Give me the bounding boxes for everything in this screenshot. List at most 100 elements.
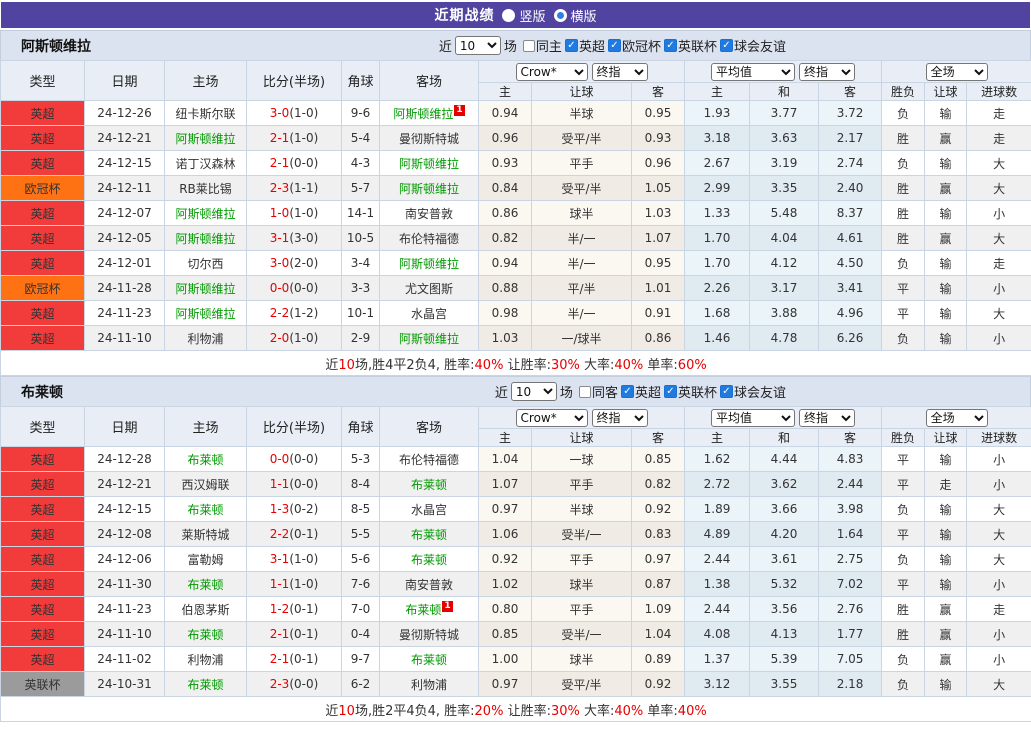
crow-handicap: 一球: [531, 446, 632, 472]
crow-away-odds: 0.92: [630, 671, 686, 697]
venue-filter-checkbox[interactable]: 同主: [522, 36, 562, 55]
checkbox-checked-icon[interactable]: ✓: [607, 39, 621, 52]
checkbox-unchecked-icon[interactable]: [578, 385, 591, 398]
avg-draw-odds: 4.20: [749, 521, 820, 547]
crow-handicap: 半球: [531, 496, 632, 522]
venue-filter-checkbox[interactable]: 同客: [578, 382, 618, 401]
odds-stage-select[interactable]: 终指: [591, 62, 648, 81]
avg-group-header: 平均值 终指: [684, 406, 883, 429]
avg-draw-odds: 3.77: [749, 100, 820, 126]
result-handicap: 赢: [924, 646, 968, 672]
crow-away-odds: 1.07: [630, 225, 686, 251]
summary-segment: 场,胜2平4负4, 胜率:: [354, 703, 475, 719]
match-row: 英超 24-11-23 伯恩茅斯 1-2(0-1) 7-0 布莱顿 1 0.80 平手 1.09 2…: [0, 596, 1031, 622]
halftime-score: (1-0): [289, 131, 319, 145]
team-name: 阿斯顿维拉: [21, 38, 91, 55]
subcolumn-header: 让球: [924, 428, 968, 447]
avg-home-odds: 2.26: [684, 275, 751, 301]
checkbox-checked-icon[interactable]: ✓: [663, 385, 677, 398]
avg-provider-select[interactable]: 平均值: [711, 62, 796, 81]
result-handicap: 输: [924, 275, 968, 301]
league-filter-checkbox[interactable]: ✓ 英超: [564, 36, 605, 55]
result-handicap: 输: [924, 521, 968, 547]
match-row: 英超 24-12-28 布莱顿 0-0(0-0) 5-3 布伦特福德 1.04 一球 0.85 1…: [0, 446, 1031, 472]
odds-stage-select[interactable]: 终指: [591, 408, 648, 427]
league-badge: 英联杯: [0, 671, 85, 697]
radio-option-horizontal[interactable]: 横版: [553, 6, 597, 25]
league-filter-checkbox[interactable]: ✓ 欧冠杯: [607, 36, 661, 55]
avg-group-header: 平均值 终指: [684, 60, 883, 83]
fulltime-score: 2-1: [269, 652, 290, 666]
crow-handicap: 半/一: [531, 250, 632, 276]
checkbox-unchecked-icon[interactable]: [522, 39, 535, 52]
team-label: 布伦特福德: [398, 452, 459, 467]
recent-count-select[interactable]: 10: [454, 36, 501, 55]
avg-draw-odds: 3.35: [749, 175, 820, 201]
league-filter-checkbox[interactable]: ✓ 球会友谊: [719, 36, 786, 55]
match-row: 英超 24-12-07 阿斯顿维拉 1-0(1-0) 14-1 南安普敦 0.86 球半 1.0…: [0, 200, 1031, 226]
crow-away-odds: 0.92: [630, 496, 686, 522]
league-filter-checkbox[interactable]: ✓ 球会友谊: [719, 382, 786, 401]
result-handicap: 赢: [924, 621, 968, 647]
fulltime-group-header: 全场: [881, 60, 1031, 83]
team-label: 阿斯顿维拉: [398, 181, 459, 196]
league-filter-checkbox[interactable]: ✓ 英联杯: [663, 382, 717, 401]
league-badge: 英超: [0, 621, 85, 647]
checkbox-checked-icon[interactable]: ✓: [719, 385, 733, 398]
matches-label: 场: [503, 40, 517, 55]
avg-stage-select[interactable]: 终指: [799, 408, 856, 427]
crow-handicap: 平手: [531, 596, 632, 622]
avg-home-odds: 2.44: [684, 546, 751, 572]
crow-home-odds: 1.07: [478, 471, 532, 497]
avg-away-odds: 2.44: [818, 471, 883, 497]
fulltime-score: 1-2: [269, 602, 290, 616]
team-label: 西汉姆联: [181, 477, 230, 492]
team-label: 布莱顿: [405, 602, 442, 617]
result-outcome: 平: [881, 571, 926, 597]
away-team: 水晶宫: [379, 496, 479, 522]
radio-option-vertical[interactable]: 竖版: [502, 6, 546, 25]
match-row: 欧冠杯 24-12-11 RB莱比锡 2-3(1-1) 5-7 阿斯顿维拉 0.84 受平/半…: [0, 175, 1031, 201]
halftime-score: (0-1): [289, 527, 319, 541]
score: 2-1(0-0): [246, 150, 342, 176]
match-date: 24-11-02: [84, 646, 165, 672]
checkbox-checked-icon[interactable]: ✓: [620, 385, 634, 398]
column-header: 类型: [0, 60, 85, 101]
odds-provider-select[interactable]: Crow*: [515, 62, 588, 81]
avg-stage-select[interactable]: 终指: [799, 62, 856, 81]
team-section: 布莱顿近 10 场同客 ✓ 英超 ✓ 英联杯 ✓ 球会友谊 类型 日期 主场 比分(半场) 角球 客场 Cro…: [0, 376, 1031, 722]
fulltime-scope-select[interactable]: 全场: [925, 408, 988, 427]
score: 1-3(0-2): [246, 496, 342, 522]
fulltime-scope-select[interactable]: 全场: [925, 62, 988, 81]
avg-provider-select[interactable]: 平均值: [711, 408, 796, 427]
corners: 0-4: [341, 621, 380, 647]
crow-away-odds: 0.87: [630, 571, 686, 597]
score: 3-0(2-0): [246, 250, 342, 276]
halftime-score: (0-2): [289, 502, 319, 516]
summary-segment: 20%: [474, 703, 504, 719]
header-row-groups: 类型 日期 主场 比分(半场) 角球 客场 Crow* 终指 平均值 终指 全场: [0, 60, 1031, 101]
radio-selected-icon[interactable]: [553, 8, 567, 22]
checkbox-checked-icon[interactable]: ✓: [719, 39, 733, 52]
match-date: 24-12-21: [84, 125, 165, 151]
table-body: 英超 24-12-28 布莱顿 0-0(0-0) 5-3 布伦特福德 1.04 一球 0.85 1…: [0, 446, 1031, 722]
checkbox-checked-icon[interactable]: ✓: [663, 39, 677, 52]
checkbox-checked-icon[interactable]: ✓: [564, 39, 578, 52]
venue-filter-label: 同客: [591, 386, 618, 401]
recent-count-select[interactable]: 10: [510, 382, 557, 401]
crow-home-odds: 0.88: [478, 275, 532, 301]
result-outcome: 负: [881, 325, 926, 351]
result-outcome: 胜: [881, 596, 926, 622]
score: 2-0(1-0): [246, 325, 342, 351]
odds-provider-select[interactable]: Crow*: [515, 408, 588, 427]
fulltime-score: 0-0: [269, 452, 290, 466]
league-filter-label: 欧冠杯: [621, 40, 661, 55]
avg-home-odds: 1.89: [684, 496, 751, 522]
avg-away-odds: 4.96: [818, 300, 883, 326]
radio-unselected-icon[interactable]: [502, 8, 516, 22]
league-filter-checkbox[interactable]: ✓ 英联杯: [663, 36, 717, 55]
league-filter-checkbox[interactable]: ✓ 英超: [620, 382, 661, 401]
subcolumn-header: 主: [684, 428, 751, 447]
score: 3-1(1-0): [246, 546, 342, 572]
result-handicap: 输: [924, 546, 968, 572]
